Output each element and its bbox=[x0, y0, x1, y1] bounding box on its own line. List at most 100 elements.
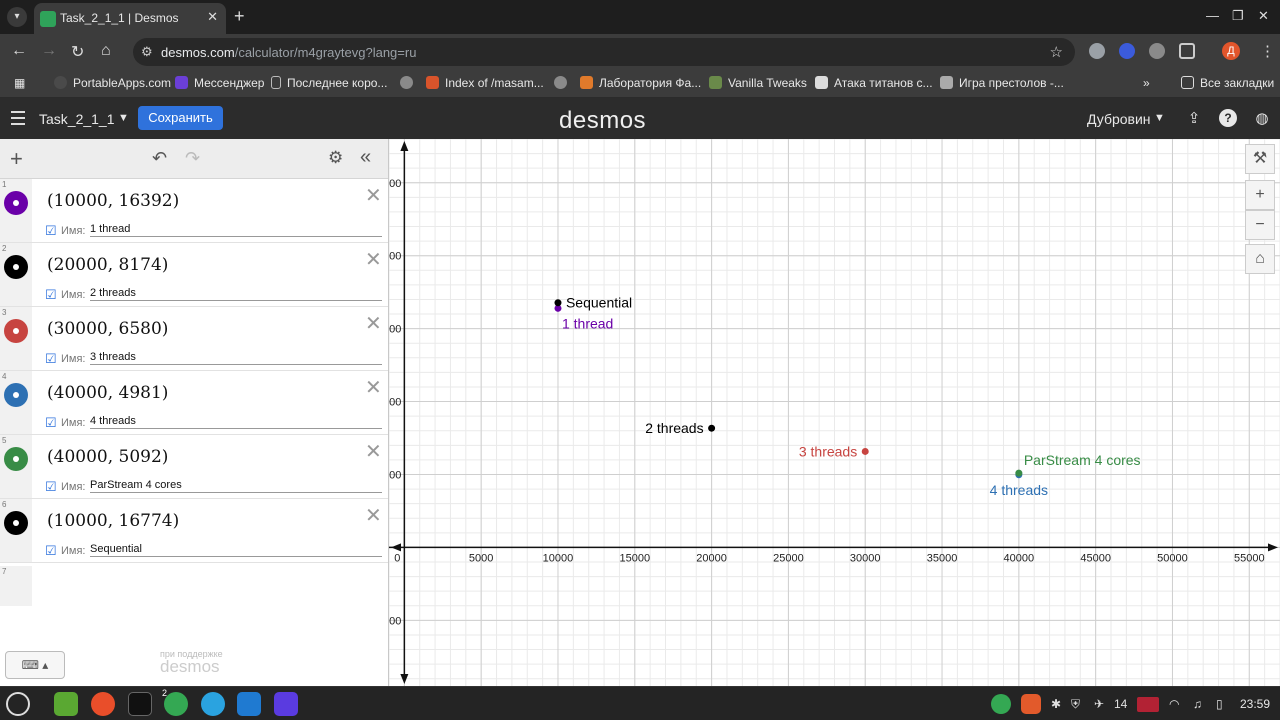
point-color-icon[interactable] bbox=[4, 511, 28, 535]
expression-row[interactable]: 2 (20000, 8174) ✕ ☑ Имя: 2 threads bbox=[0, 243, 388, 307]
help-icon[interactable]: ? bbox=[1219, 109, 1237, 127]
menu-icon[interactable] bbox=[11, 111, 25, 129]
minimize-icon[interactable]: — bbox=[1206, 8, 1219, 23]
extensions-puzzle-icon[interactable] bbox=[1179, 43, 1195, 59]
vscode-icon[interactable] bbox=[237, 692, 261, 716]
point-color-icon[interactable] bbox=[4, 255, 28, 279]
extension-grey-icon[interactable] bbox=[1149, 43, 1165, 59]
address-bar[interactable]: ⚙ desmos.com/calculator/m4graytevg?lang=… bbox=[133, 38, 1075, 66]
zoom-in-icon[interactable]: + bbox=[1245, 180, 1275, 210]
label-input[interactable]: 4 threads bbox=[90, 415, 382, 429]
bookmark-item[interactable]: Мессенджер bbox=[175, 76, 264, 90]
data-point[interactable] bbox=[708, 424, 716, 432]
label-input[interactable]: ParStream 4 cores bbox=[90, 479, 382, 493]
point-color-icon[interactable] bbox=[4, 319, 28, 343]
tab-close-icon[interactable]: ✕ bbox=[207, 9, 218, 25]
bookmark-item[interactable]: Лаборатория Фа... bbox=[580, 76, 701, 90]
undo-icon[interactable]: ↶ bbox=[152, 148, 167, 169]
delete-expression-icon[interactable]: ✕ bbox=[365, 311, 382, 336]
browser-menu-icon[interactable]: ⋮ bbox=[1260, 42, 1275, 60]
telegram-icon[interactable] bbox=[201, 692, 225, 716]
restore-icon[interactable]: ❐ bbox=[1232, 8, 1244, 24]
point-color-icon[interactable] bbox=[4, 191, 28, 215]
chrome-tray-icon[interactable] bbox=[991, 694, 1011, 714]
label-checkbox[interactable]: ☑ bbox=[45, 352, 58, 365]
mint-menu-icon[interactable] bbox=[6, 692, 30, 716]
music-icon[interactable]: ♫ bbox=[1193, 697, 1202, 711]
browser-tab-active[interactable]: Task_2_1_1 | Desmos ✕ bbox=[34, 3, 226, 34]
delete-expression-icon[interactable]: ✕ bbox=[365, 503, 382, 528]
window-close-icon[interactable]: ✕ bbox=[1258, 8, 1269, 24]
bookmarks-overflow-icon[interactable]: » bbox=[1143, 76, 1150, 90]
expression-row[interactable]: 5 (40000, 5092) ✕ ☑ Имя: ParStream 4 cores bbox=[0, 435, 388, 499]
data-point[interactable] bbox=[1015, 469, 1023, 477]
label-checkbox[interactable]: ☑ bbox=[45, 224, 58, 237]
save-button[interactable]: Сохранить bbox=[138, 106, 223, 130]
new-tab-icon[interactable]: + bbox=[234, 6, 245, 27]
empty-expression-row[interactable]: 7 bbox=[0, 566, 388, 606]
chrome-icon[interactable]: 2 bbox=[162, 688, 188, 716]
delete-expression-icon[interactable]: ✕ bbox=[365, 247, 382, 272]
expression-row[interactable]: 1 (10000, 16392) ✕ ☑ Имя: 1 thread bbox=[0, 179, 388, 243]
bluetooth-icon[interactable]: ✱ bbox=[1051, 697, 1061, 711]
apps-grid-icon[interactable]: ▦ bbox=[14, 76, 25, 90]
expression-math[interactable]: (10000, 16774) bbox=[47, 511, 179, 531]
expression-math[interactable]: (30000, 6580) bbox=[47, 319, 168, 339]
intellij-icon[interactable] bbox=[274, 692, 298, 716]
label-input[interactable]: 2 threads bbox=[90, 287, 382, 301]
graph-paper[interactable]: 0 5000 10000 15000 20000 25000 30000 35000 40000… bbox=[389, 139, 1280, 686]
forward-icon[interactable]: → bbox=[41, 42, 57, 60]
bookmark-item[interactable]: Игра престолов -... bbox=[940, 76, 1064, 90]
graph-title[interactable]: Task_2_1_1 bbox=[39, 111, 115, 127]
collapse-panel-icon[interactable]: « bbox=[360, 146, 371, 169]
label-checkbox[interactable]: ☑ bbox=[45, 416, 58, 429]
label-input[interactable]: Sequential bbox=[90, 543, 382, 557]
all-bookmarks[interactable]: Все закладки bbox=[1181, 76, 1274, 90]
expression-math[interactable]: (40000, 4981) bbox=[47, 383, 168, 403]
expression-math[interactable]: (20000, 8174) bbox=[47, 255, 168, 275]
extension-globe-icon[interactable] bbox=[1089, 43, 1105, 59]
graph-canvas[interactable]: 0 5000 10000 15000 20000 25000 30000 35000 40000… bbox=[389, 139, 1280, 686]
expression-row[interactable]: 6 (10000, 16774) ✕ ☑ Имя: Sequential bbox=[0, 499, 388, 563]
expression-row[interactable]: 3 (30000, 6580) ✕ ☑ Имя: 3 threads bbox=[0, 307, 388, 371]
terminal-icon[interactable] bbox=[128, 692, 152, 716]
keyboard-layout-flag-icon[interactable] bbox=[1137, 697, 1159, 712]
bookmark-item[interactable]: Последнее коро... bbox=[271, 76, 387, 90]
clipboard-icon[interactable]: ▯ bbox=[1216, 697, 1223, 711]
files-icon[interactable] bbox=[54, 692, 78, 716]
zoom-out-icon[interactable]: − bbox=[1245, 210, 1275, 240]
bookmark-item[interactable]: Index of /masam... bbox=[426, 76, 544, 90]
data-point[interactable] bbox=[861, 447, 869, 455]
keyboard-toggle-button[interactable]: ⌨ ▴ bbox=[5, 651, 65, 679]
add-expression-icon[interactable]: + bbox=[10, 146, 23, 172]
label-input[interactable]: 1 thread bbox=[90, 223, 382, 237]
gear-icon[interactable]: ⚙ bbox=[328, 148, 343, 168]
profile-avatar[interactable]: Д bbox=[1222, 42, 1240, 60]
chevron-down-icon[interactable]: ▼ bbox=[1154, 112, 1165, 124]
redo-icon[interactable]: ↷ bbox=[185, 148, 200, 169]
bookmark-star-icon[interactable]: ☆ bbox=[1050, 43, 1063, 61]
delete-expression-icon[interactable]: ✕ bbox=[365, 375, 382, 400]
tray-app-icon[interactable] bbox=[1021, 694, 1041, 714]
label-checkbox[interactable]: ☑ bbox=[45, 544, 58, 557]
point-color-icon[interactable] bbox=[4, 383, 28, 407]
back-icon[interactable]: ← bbox=[11, 42, 27, 60]
site-info-icon[interactable]: ⚙ bbox=[141, 44, 153, 60]
bookmark-item[interactable]: Атака титанов с... bbox=[815, 76, 933, 90]
expression-math[interactable]: (10000, 16392) bbox=[47, 191, 179, 211]
home-icon[interactable]: ⌂ bbox=[101, 42, 111, 60]
wifi-icon[interactable]: ◠ bbox=[1169, 697, 1179, 711]
extension-blue-icon[interactable] bbox=[1119, 43, 1135, 59]
bookmark-item[interactable]: Vanilla Tweaks bbox=[709, 76, 807, 90]
language-globe-icon[interactable]: ◍ bbox=[1253, 109, 1271, 127]
firefox-icon[interactable] bbox=[91, 692, 115, 716]
notifications-icon[interactable]: ✈ bbox=[1094, 697, 1104, 711]
bookmark-item[interactable] bbox=[554, 76, 573, 90]
home-icon[interactable]: ⌂ bbox=[1245, 244, 1275, 274]
data-point[interactable] bbox=[554, 299, 562, 307]
label-checkbox[interactable]: ☑ bbox=[45, 288, 58, 301]
reload-icon[interactable]: ↻ bbox=[71, 42, 84, 62]
point-color-icon[interactable] bbox=[4, 447, 28, 471]
user-menu[interactable]: Дубровин bbox=[1087, 111, 1151, 127]
expression-row[interactable]: 4 (40000, 4981) ✕ ☑ Имя: 4 threads bbox=[0, 371, 388, 435]
